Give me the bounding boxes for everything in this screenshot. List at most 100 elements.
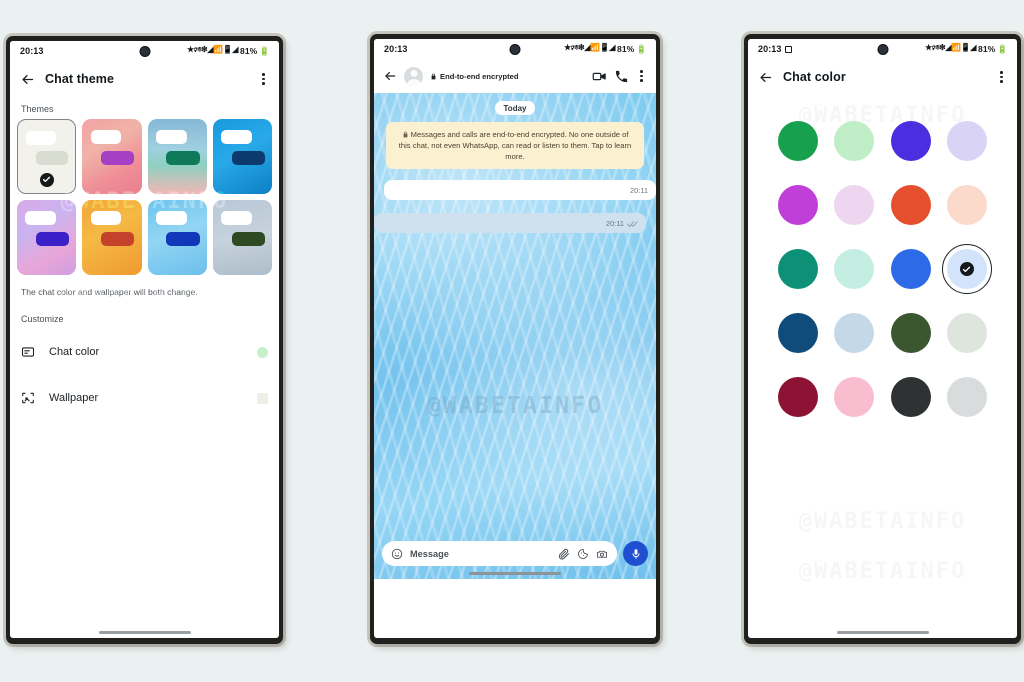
row-label: Wallpaper (49, 392, 99, 405)
color-swatch-pale-peach[interactable] (946, 185, 987, 225)
arrow-left-icon[interactable] (20, 72, 35, 87)
status-bar-right: ★︎🕫❇◢📶📱◢ 81% 🔋 (187, 44, 270, 58)
theme-outgoing-bubble (101, 231, 135, 247)
theme-option[interactable] (147, 119, 207, 194)
color-swatch-pale-sage[interactable] (946, 313, 987, 353)
overflow-menu-icon[interactable] (996, 68, 1007, 86)
theme-thumbnail[interactable] (17, 199, 77, 275)
page-title: Chat theme (45, 72, 115, 86)
sticker-icon[interactable] (577, 548, 589, 560)
phone-mockup-chat-theme: 20:13 ★︎🕫❇◢📶📱◢ 81% 🔋 Chat theme Themes @… (6, 36, 283, 644)
theme-thumbnail[interactable] (17, 119, 77, 194)
navigation-gesture-bar (836, 631, 929, 634)
theme-incoming-bubble (26, 130, 56, 145)
color-swatch-maroon[interactable] (778, 377, 819, 417)
phone1-screen: 20:13 ★︎🕫❇◢📶📱◢ 81% 🔋 Chat theme Themes @… (10, 41, 279, 638)
avatar[interactable] (404, 66, 423, 86)
message-placeholder: Message (410, 548, 449, 559)
theme-thumbnail[interactable] (82, 119, 142, 194)
chat-color-swatch[interactable] (257, 346, 268, 358)
message-timestamp: 20:11 (606, 219, 624, 228)
status-bar: 20:13 ★︎🕫❇◢📶📱◢ 81% 🔋 (374, 39, 656, 59)
status-bar-right: ★︎🕫❇◢📶📱◢ 81% 🔋 (564, 42, 647, 56)
theme-option[interactable] (82, 199, 142, 275)
wallpaper-swatch[interactable] (257, 392, 268, 404)
status-time: 20:13 (384, 44, 408, 54)
theme-thumbnail[interactable] (147, 119, 207, 194)
status-time: 20:13 (758, 44, 782, 54)
theme-incoming-bubble (90, 130, 122, 145)
color-swatch-pale-mint[interactable] (834, 249, 875, 289)
color-swatch-powder-blue[interactable] (834, 313, 875, 353)
phone-mockup-chat: 20:13 ★︎🕫❇◢📶📱◢ 81% 🔋 End-to-end encrypte… (370, 34, 660, 644)
front-camera-punch-hole (509, 43, 521, 55)
video-call-icon[interactable] (592, 69, 607, 84)
app-bar: Chat theme (10, 61, 279, 97)
color-swatch-navy[interactable] (778, 313, 819, 353)
battery-percent: 81% (240, 46, 258, 56)
message-bubble-incoming[interactable]: 20:11 (384, 180, 656, 200)
theme-option[interactable] (147, 199, 207, 275)
color-swatch-pale-blue[interactable] (941, 244, 992, 294)
theme-thumbnail[interactable] (212, 199, 272, 275)
color-swatch-light-green[interactable] (834, 121, 875, 161)
color-swatch-dark-olive[interactable] (890, 313, 931, 353)
microphone-button[interactable] (623, 541, 648, 566)
watermark-overlay: @WABETAINFO (799, 559, 967, 584)
status-icons: ★︎🕫❇◢📶📱◢ (924, 43, 976, 52)
theme-thumbnail[interactable] (212, 119, 272, 194)
selected-check-icon (959, 262, 974, 276)
arrow-left-icon[interactable] (383, 69, 397, 83)
status-bar: 20:13 ★︎🕫❇◢📶📱◢ 81% 🔋 (10, 41, 279, 61)
color-swatch-pale-pink[interactable] (834, 185, 875, 225)
theme-option[interactable] (82, 119, 142, 194)
overflow-menu-icon[interactable] (258, 70, 269, 88)
row-chat-color[interactable]: Chat color (10, 329, 279, 375)
theme-incoming-bubble (155, 130, 187, 145)
theme-incoming-bubble (90, 210, 122, 226)
phone-call-icon[interactable] (614, 69, 629, 84)
theme-option[interactable] (212, 199, 272, 275)
encryption-label: End-to-end encrypted (440, 71, 519, 81)
theme-thumbnail[interactable] (82, 199, 142, 275)
emoji-icon[interactable] (391, 548, 403, 560)
attachment-icon[interactable] (558, 548, 570, 560)
color-swatch-teal[interactable] (778, 249, 819, 289)
page-title: Chat color (783, 70, 846, 84)
encryption-notice-text: Messages and calls are end-to-end encryp… (398, 130, 632, 161)
color-swatch-pale-lilac[interactable] (946, 121, 987, 161)
color-swatch-blue[interactable] (890, 249, 931, 289)
color-swatch-light-grey[interactable] (946, 377, 987, 417)
encryption-notice-banner[interactable]: Messages and calls are end-to-end encryp… (386, 122, 644, 169)
row-wallpaper[interactable]: Wallpaper (10, 375, 279, 421)
lock-icon (402, 130, 411, 139)
screenshot-canvas: 20:13 ★︎🕫❇◢📶📱◢ 81% 🔋 Chat theme Themes @… (0, 0, 1024, 682)
message-input-field[interactable]: Message (382, 541, 617, 566)
phone2-screen: 20:13 ★︎🕫❇◢📶📱◢ 81% 🔋 End-to-end encrypte… (374, 39, 656, 638)
color-swatch-purple[interactable] (778, 185, 819, 225)
battery-percent: 81% (978, 44, 996, 54)
battery-icon: 🔋 (636, 43, 647, 54)
theme-option[interactable] (17, 119, 77, 194)
theme-option[interactable] (17, 199, 77, 275)
message-bubble-outgoing[interactable]: 20:11 (374, 213, 646, 233)
app-bar: Chat color (748, 59, 1017, 95)
encryption-indicator: End-to-end encrypted (430, 72, 518, 81)
watermark-overlay: @WABETAINFO (426, 393, 604, 419)
status-time: 20:13 (20, 46, 44, 56)
wallpaper-icon (21, 391, 35, 405)
theme-outgoing-bubble (166, 151, 200, 166)
color-swatch-pink[interactable] (834, 377, 875, 417)
front-camera-punch-hole (139, 45, 150, 57)
theme-thumbnail[interactable] (147, 199, 207, 275)
camera-icon[interactable] (596, 548, 608, 560)
color-swatch-orange-red[interactable] (890, 185, 931, 225)
color-swatch-indigo[interactable] (890, 121, 931, 161)
overflow-menu-icon[interactable] (636, 67, 647, 85)
arrow-left-icon[interactable] (758, 70, 773, 85)
status-bar-right: ★︎🕫❇◢📶📱◢ 81% 🔋 (925, 42, 1008, 56)
battery-icon: 🔋 (997, 43, 1008, 54)
color-swatch-green[interactable] (778, 121, 819, 161)
color-swatch-charcoal[interactable] (890, 377, 931, 417)
theme-option[interactable] (212, 119, 272, 194)
